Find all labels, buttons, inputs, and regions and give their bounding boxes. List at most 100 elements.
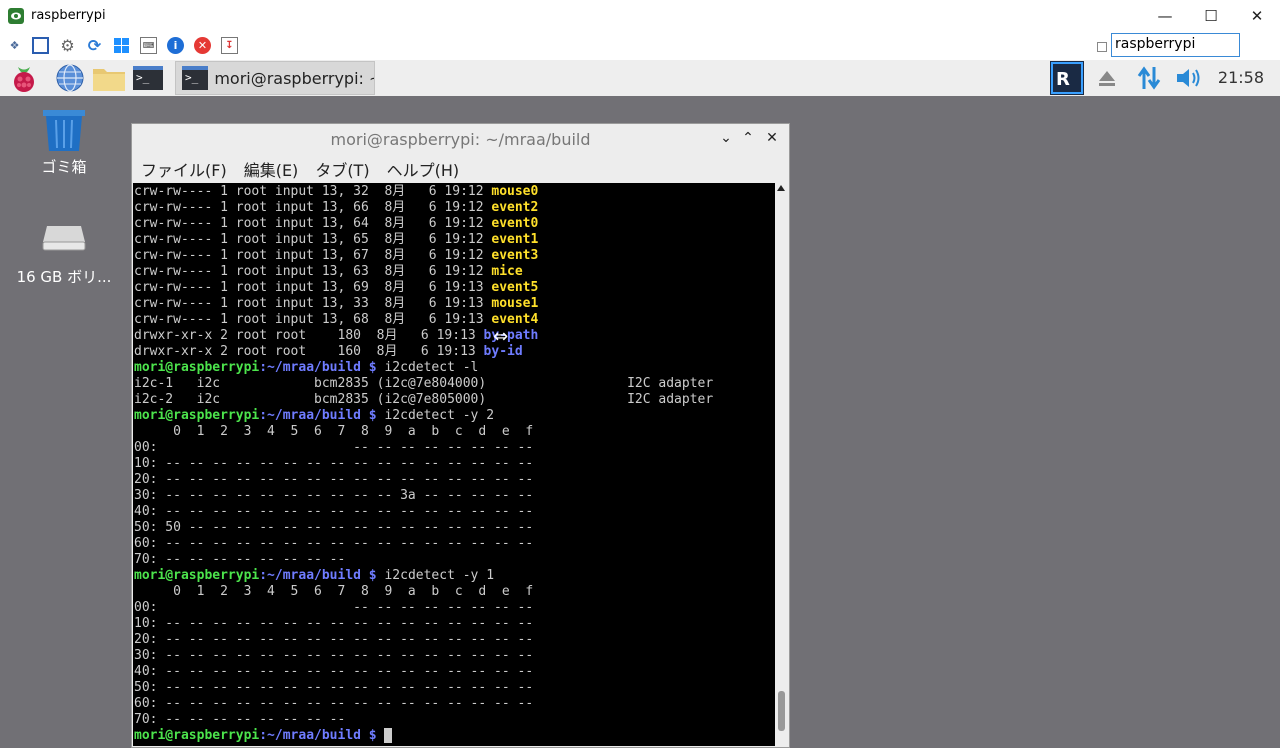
terminal-icon: >_ [182, 66, 209, 90]
prompt-user: mori@raspberrypi [134, 408, 260, 423]
terminal-line: 40: -- -- -- -- -- -- -- -- -- -- -- -- … [133, 664, 775, 680]
terminal-line: crw-rw---- 1 root input 13, 65 8月 6 19:1… [133, 232, 775, 248]
output-text: 40: -- -- -- -- -- -- -- -- -- -- -- -- … [134, 664, 534, 679]
scroll-up-icon[interactable] [777, 185, 785, 191]
terminal-title: mori@raspberrypi: ~/mraa/build [330, 129, 591, 149]
terminal-line: 30: -- -- -- -- -- -- -- -- -- -- -- -- … [133, 648, 775, 664]
terminal-line: 40: -- -- -- -- -- -- -- -- -- -- -- -- … [133, 504, 775, 520]
prompt-user: mori@raspberrypi [134, 728, 260, 743]
output-text: 40: -- -- -- -- -- -- -- -- -- -- -- -- … [134, 504, 534, 519]
output-text: 0 1 2 3 4 5 6 7 8 9 a b c d e f [134, 584, 534, 599]
disconnect-icon[interactable]: ✕ [194, 37, 211, 54]
close-icon[interactable]: ✕ [1234, 0, 1280, 31]
drive-label: 16 GB ボリ... [16, 268, 112, 286]
address-bar-icon [1097, 42, 1107, 52]
terminal-line: crw-rw---- 1 root input 13, 68 8月 6 19:1… [133, 312, 775, 328]
terminal-line: mori@raspberrypi:~/mraa/build $ [133, 728, 775, 744]
terminal-line: 00: -- -- -- -- -- -- -- -- [133, 440, 775, 456]
text-cursor [384, 728, 393, 743]
ctrl-alt-del-icon[interactable]: ⌨ [140, 37, 157, 54]
file-name: mice [491, 264, 523, 279]
file-info: crw-rw---- 1 root input 13, 68 8月 6 19:1… [134, 312, 492, 327]
taskbar-item-terminal[interactable]: >_ mori@raspberrypi: ~/... [175, 61, 375, 95]
menu-edit[interactable]: 編集(E) [244, 157, 299, 181]
file-name: mouse1 [491, 296, 539, 311]
volume-icon[interactable] [1174, 62, 1204, 94]
terminal-line: crw-rw---- 1 root input 13, 63 8月 6 19:1… [133, 264, 775, 280]
connection-icon[interactable]: ❖ [6, 37, 23, 54]
terminal-line: mori@raspberrypi:~/mraa/build $ i2cdetec… [133, 360, 775, 376]
windows-key-icon[interactable] [113, 37, 130, 54]
output-text: 50: 50 -- -- -- -- -- -- -- -- -- -- -- … [134, 520, 534, 535]
output-text: 70: -- -- -- -- -- -- -- -- [134, 712, 346, 727]
terminal-line: 30: -- -- -- -- -- -- -- -- -- -- 3a -- … [133, 488, 775, 504]
info-icon[interactable]: i [167, 37, 184, 54]
chevron-up-icon[interactable]: ⌃ [739, 130, 757, 146]
output-text: 10: -- -- -- -- -- -- -- -- -- -- -- -- … [134, 456, 534, 471]
terminal-line: 20: -- -- -- -- -- -- -- -- -- -- -- -- … [133, 632, 775, 648]
output-text: 50: -- -- -- -- -- -- -- -- -- -- -- -- … [134, 680, 534, 695]
refresh-icon[interactable]: ⟳ [86, 36, 103, 55]
file-info: crw-rw---- 1 root input 13, 67 8月 6 19:1… [134, 248, 492, 263]
terminal-line: 0 1 2 3 4 5 6 7 8 9 a b c d e f [133, 584, 775, 600]
output-text: 0 1 2 3 4 5 6 7 8 9 a b c d e f [134, 424, 534, 439]
chevron-down-icon[interactable]: ⌄ [717, 130, 735, 146]
network-icon[interactable] [1136, 62, 1162, 94]
output-text: 10: -- -- -- -- -- -- -- -- -- -- -- -- … [134, 616, 534, 631]
terminal-scrollbar[interactable] [775, 183, 788, 745]
desktop-trash[interactable]: ゴミ箱 [20, 108, 108, 177]
terminal-line: 50: -- -- -- -- -- -- -- -- -- -- -- -- … [133, 680, 775, 696]
raspberry-menu-icon[interactable] [8, 62, 40, 94]
file-info: drwxr-xr-x 2 root root 180 8月 6 19:13 [134, 328, 484, 343]
command-text: i2cdetect -y 2 [376, 408, 495, 423]
trash-icon [43, 110, 85, 151]
output-text: i2c-1 i2c bcm2835 (i2c@7e804000) I2C ada… [134, 376, 714, 391]
terminal-line: crw-rw---- 1 root input 13, 67 8月 6 19:1… [133, 248, 775, 264]
file-info: crw-rw---- 1 root input 13, 33 8月 6 19:1… [134, 296, 492, 311]
output-text: 20: -- -- -- -- -- -- -- -- -- -- -- -- … [134, 632, 534, 647]
output-text: 30: -- -- -- -- -- -- -- -- -- -- 3a -- … [134, 488, 534, 503]
file-transfer-icon[interactable]: ↧ [221, 37, 238, 54]
terminal-line: 70: -- -- -- -- -- -- -- -- [133, 712, 775, 728]
web-browser-icon[interactable] [54, 62, 86, 94]
file-info: drwxr-xr-x 2 root root 160 8月 6 19:13 [134, 344, 484, 359]
terminal-launcher-icon[interactable]: >_ [132, 62, 164, 94]
terminal-line: 50: 50 -- -- -- -- -- -- -- -- -- -- -- … [133, 520, 775, 536]
terminal-line: crw-rw---- 1 root input 13, 33 8月 6 19:1… [133, 296, 775, 312]
terminal-line: 60: -- -- -- -- -- -- -- -- -- -- -- -- … [133, 536, 775, 552]
terminal-line: mori@raspberrypi:~/mraa/build $ i2cdetec… [133, 408, 775, 424]
terminal-line: crw-rw---- 1 root input 13, 66 8月 6 19:1… [133, 200, 775, 216]
file-info: crw-rw---- 1 root input 13, 69 8月 6 19:1… [134, 280, 492, 295]
address-input[interactable]: raspberrypi [1111, 33, 1240, 57]
vnc-icon[interactable]: R [1050, 61, 1084, 95]
file-name: event0 [491, 216, 539, 231]
trash-label: ゴミ箱 [41, 158, 87, 176]
terminal-title-bar[interactable]: mori@raspberrypi: ~/mraa/build ⌄ ⌃ ✕ [132, 124, 789, 154]
output-text: i2c-2 i2c bcm2835 (i2c@7e805000) I2C ada… [134, 392, 714, 407]
output-text: 30: -- -- -- -- -- -- -- -- -- -- -- -- … [134, 648, 534, 663]
file-name: event4 [491, 312, 539, 327]
terminal-line: 20: -- -- -- -- -- -- -- -- -- -- -- -- … [133, 472, 775, 488]
terminal-line: crw-rw---- 1 root input 13, 64 8月 6 19:1… [133, 216, 775, 232]
drive-icon [42, 226, 86, 251]
file-info: crw-rw---- 1 root input 13, 32 8月 6 19:1… [134, 184, 492, 199]
terminal-line: 10: -- -- -- -- -- -- -- -- -- -- -- -- … [133, 456, 775, 472]
eject-icon[interactable] [1096, 62, 1118, 94]
minimize-icon[interactable]: — [1142, 0, 1188, 31]
output-text: 00: -- -- -- -- -- -- -- -- [134, 600, 534, 615]
file-info: crw-rw---- 1 root input 13, 65 8月 6 19:1… [134, 232, 492, 247]
gear-icon[interactable]: ⚙ [59, 36, 76, 55]
prompt-path: :~/mraa/build $ [259, 728, 377, 743]
maximize-icon[interactable]: ☐ [1188, 0, 1234, 31]
menu-tabs[interactable]: タブ(T) [315, 157, 369, 181]
terminal-line: 60: -- -- -- -- -- -- -- -- -- -- -- -- … [133, 696, 775, 712]
fullscreen-icon[interactable] [32, 37, 49, 54]
menu-help[interactable]: ヘルプ(H) [387, 157, 460, 181]
menu-file[interactable]: ファイル(F) [141, 157, 227, 181]
terminal-output[interactable]: crw-rw---- 1 root input 13, 32 8月 6 19:1… [133, 183, 775, 746]
close-icon[interactable]: ✕ [763, 130, 781, 146]
scrollbar-thumb[interactable] [778, 691, 785, 731]
terminal-window: mori@raspberrypi: ~/mraa/build ⌄ ⌃ ✕ ファイ… [131, 123, 790, 748]
desktop-drive[interactable]: 16 GB ボリ... [14, 222, 114, 287]
file-manager-icon[interactable] [92, 62, 126, 94]
